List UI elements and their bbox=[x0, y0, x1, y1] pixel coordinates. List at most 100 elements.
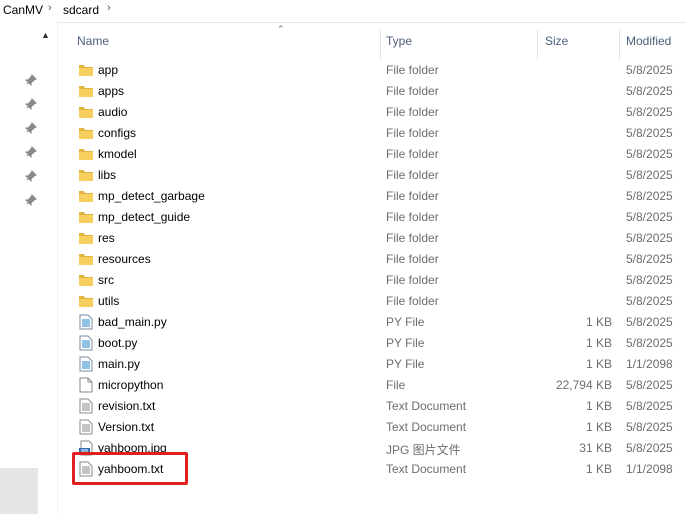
file-type: File folder bbox=[386, 252, 439, 266]
file-type: File folder bbox=[386, 210, 439, 224]
file-type: File bbox=[386, 378, 406, 392]
file-name: res bbox=[98, 231, 115, 245]
list-item[interactable]: Version.txt Text Document 1 KB 5/8/2025 bbox=[71, 416, 686, 437]
file-name: apps bbox=[98, 84, 125, 98]
list-item[interactable]: mp_detect_garbage File folder 5/8/2025 bbox=[71, 185, 686, 206]
list-item[interactable]: configs File folder 5/8/2025 bbox=[71, 122, 686, 143]
file-modified: 5/8/2025 bbox=[626, 252, 673, 266]
pane-divider[interactable] bbox=[57, 22, 58, 513]
file-name: bad_main.py bbox=[98, 315, 167, 329]
file-name: kmodel bbox=[98, 147, 137, 161]
text-file-icon bbox=[79, 419, 93, 435]
folder-icon bbox=[79, 125, 93, 141]
file-type: Text Document bbox=[386, 420, 467, 434]
list-item[interactable]: bad_main.py PY File 1 KB 5/8/2025 bbox=[71, 311, 686, 332]
folder-icon bbox=[79, 251, 93, 267]
breadcrumb-sdcard[interactable]: sdcard bbox=[63, 3, 99, 17]
file-type: File folder bbox=[386, 105, 439, 119]
file-name: boot.py bbox=[98, 336, 138, 350]
column-divider[interactable] bbox=[380, 30, 381, 60]
folder-icon bbox=[79, 230, 93, 246]
file-modified: 5/8/2025 bbox=[626, 168, 673, 182]
breadcrumb-chevron-icon[interactable]: › bbox=[48, 2, 52, 14]
list-item[interactable]: audio File folder 5/8/2025 bbox=[71, 101, 686, 122]
file-type: File folder bbox=[386, 273, 439, 287]
file-type: File folder bbox=[386, 84, 439, 98]
list-item[interactable]: libs File folder 5/8/2025 bbox=[71, 164, 686, 185]
column-header-type[interactable]: Type bbox=[386, 34, 412, 48]
breadcrumb-chevron-icon[interactable]: › bbox=[107, 2, 111, 14]
pin-icon[interactable] bbox=[25, 98, 37, 110]
file-size: 1 KB bbox=[585, 420, 612, 434]
column-divider[interactable] bbox=[619, 30, 620, 60]
text-file-icon bbox=[79, 398, 93, 414]
file-size: 1 KB bbox=[585, 357, 612, 371]
file-name: main.py bbox=[98, 357, 141, 371]
python-file-icon bbox=[79, 335, 93, 351]
file-type: File folder bbox=[386, 63, 439, 77]
file-size: 22,794 KB bbox=[555, 378, 612, 392]
list-item[interactable]: app File folder 5/8/2025 bbox=[71, 59, 686, 80]
pin-icon[interactable] bbox=[25, 194, 37, 206]
list-item[interactable]: mp_detect_guide File folder 5/8/2025 bbox=[71, 206, 686, 227]
file-type: PY File bbox=[386, 315, 425, 329]
folder-icon bbox=[79, 104, 93, 120]
scroll-up-arrow-icon[interactable]: ▲ bbox=[41, 30, 50, 40]
file-name: src bbox=[98, 273, 114, 287]
column-header-size[interactable]: Size bbox=[545, 34, 568, 48]
file-type: File folder bbox=[386, 168, 439, 182]
nav-selected-item[interactable] bbox=[0, 468, 38, 514]
folder-icon bbox=[79, 272, 93, 288]
list-item[interactable]: res File folder 5/8/2025 bbox=[71, 227, 686, 248]
file-modified: 1/1/2098 bbox=[626, 462, 673, 476]
file-type: JPG 图片文件 bbox=[386, 443, 461, 457]
list-item[interactable]: micropython File 22,794 KB 5/8/2025 bbox=[71, 374, 686, 395]
folder-icon bbox=[79, 188, 93, 204]
file-modified: 5/8/2025 bbox=[626, 399, 673, 413]
folder-icon bbox=[79, 146, 93, 162]
file-name: audio bbox=[98, 105, 128, 119]
list-item[interactable]: kmodel File folder 5/8/2025 bbox=[71, 143, 686, 164]
file-name: revision.txt bbox=[98, 399, 156, 413]
pin-icon[interactable] bbox=[25, 170, 37, 182]
nav-scrollbar[interactable] bbox=[38, 22, 55, 513]
file-modified: 5/8/2025 bbox=[626, 378, 673, 392]
file-size: 1 KB bbox=[585, 336, 612, 350]
file-type: Text Document bbox=[386, 399, 467, 413]
column-divider[interactable] bbox=[537, 30, 538, 60]
file-modified: 5/8/2025 bbox=[626, 147, 673, 161]
pin-icon[interactable] bbox=[25, 146, 37, 158]
list-item[interactable]: revision.txt Text Document 1 KB 5/8/2025 bbox=[71, 395, 686, 416]
list-item[interactable]: src File folder 5/8/2025 bbox=[71, 269, 686, 290]
file-modified: 5/8/2025 bbox=[626, 441, 673, 455]
list-item[interactable]: utils File folder 5/8/2025 bbox=[71, 290, 686, 311]
list-item[interactable]: apps File folder 5/8/2025 bbox=[71, 80, 686, 101]
file-name: resources bbox=[98, 252, 151, 266]
folder-icon bbox=[79, 293, 93, 309]
pin-icon[interactable] bbox=[25, 74, 37, 86]
file-modified: 5/8/2025 bbox=[626, 231, 673, 245]
blank-file-icon bbox=[79, 377, 93, 393]
file-type: File folder bbox=[386, 126, 439, 140]
pin-icon[interactable] bbox=[25, 122, 37, 134]
breadcrumb-canmv[interactable]: CanMV bbox=[3, 3, 43, 17]
list-item[interactable]: resources File folder 5/8/2025 bbox=[71, 248, 686, 269]
file-size: 31 KB bbox=[579, 441, 612, 455]
list-item[interactable]: boot.py PY File 1 KB 5/8/2025 bbox=[71, 332, 686, 353]
column-header-name[interactable]: Name bbox=[77, 34, 109, 48]
file-name: libs bbox=[98, 168, 117, 182]
file-modified: 1/1/2098 bbox=[626, 357, 673, 371]
file-name: app bbox=[98, 63, 119, 77]
sort-ascending-icon: ⌃ bbox=[277, 24, 285, 34]
list-item[interactable]: main.py PY File 1 KB 1/1/2098 bbox=[71, 353, 686, 374]
column-header-modified[interactable]: Modified bbox=[626, 34, 671, 48]
file-modified: 5/8/2025 bbox=[626, 105, 673, 119]
navigation-pane[interactable]: ▲ bbox=[0, 22, 57, 514]
file-modified: 5/8/2025 bbox=[626, 189, 673, 203]
file-type: Text Document bbox=[386, 462, 467, 476]
address-bar[interactable]: CanMV › sdcard › bbox=[0, 0, 686, 23]
python-file-icon bbox=[79, 314, 93, 330]
file-type: File folder bbox=[386, 189, 439, 203]
file-name: configs bbox=[98, 126, 137, 140]
file-name: utils bbox=[98, 294, 120, 308]
